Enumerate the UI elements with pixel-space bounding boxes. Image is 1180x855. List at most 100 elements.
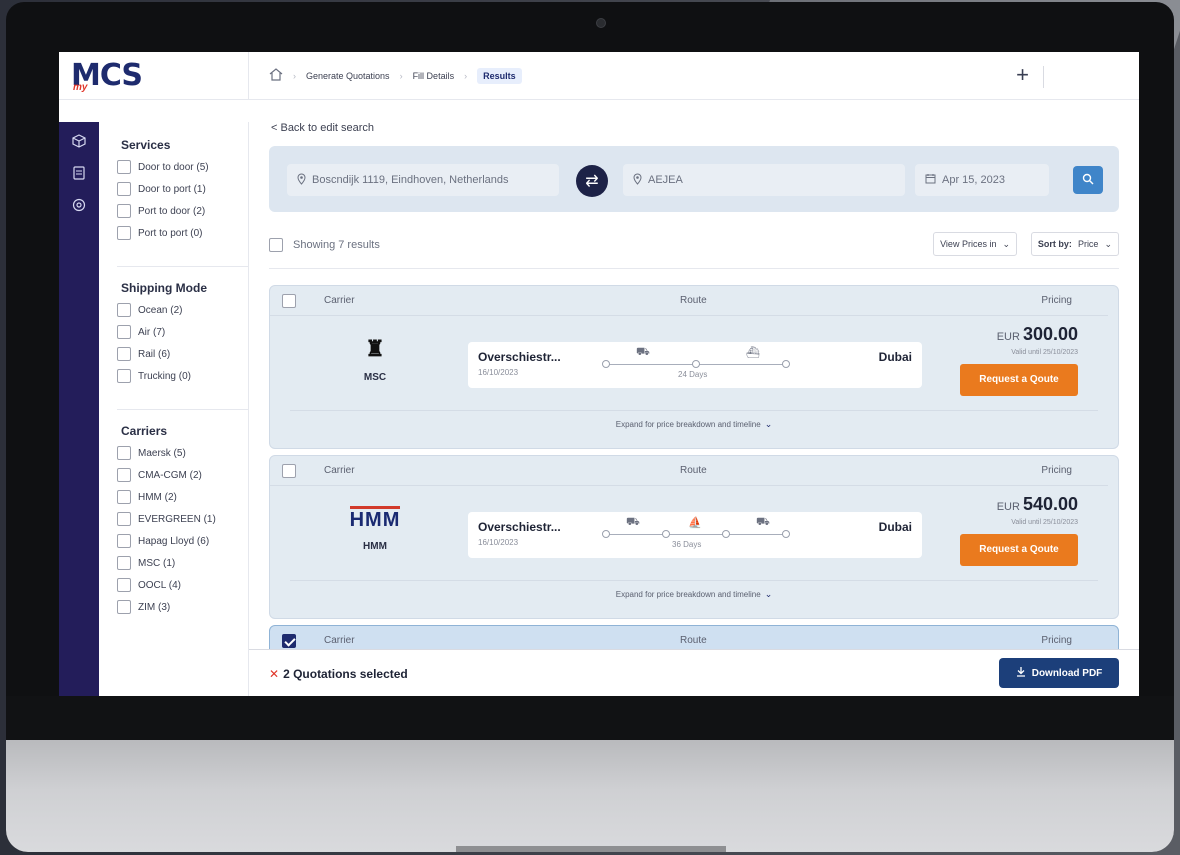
card-checkbox-checked[interactable] xyxy=(282,633,296,648)
expand-label: Expand for price breakdown and timeline xyxy=(615,590,761,599)
checkbox[interactable] xyxy=(117,490,131,504)
sort-select[interactable]: Sort by: Price ⌄ xyxy=(1030,232,1119,256)
route-stop xyxy=(782,530,790,538)
camera-icon xyxy=(596,18,606,28)
transit-days: 36 Days xyxy=(672,540,702,549)
expand-details[interactable]: Expand for price breakdown and timeline ⌄ xyxy=(290,580,1098,600)
filter-option[interactable]: Rail (6) xyxy=(117,347,248,361)
route-origin: Overschiestr... xyxy=(478,350,561,364)
breadcrumb-separator: › xyxy=(399,70,403,81)
filter-option[interactable]: HMM (2) xyxy=(117,490,248,504)
route-destination: Dubai xyxy=(878,520,912,534)
box-icon[interactable] xyxy=(68,130,90,152)
add-button[interactable]: + xyxy=(1016,64,1029,86)
breadcrumb-item[interactable]: Generate Quotations xyxy=(306,71,390,81)
filter-option[interactable]: MSC (1) xyxy=(117,556,248,570)
select-all-checkbox[interactable] xyxy=(269,238,283,252)
checkbox[interactable] xyxy=(117,182,131,196)
filter-option[interactable]: Door to port (1) xyxy=(117,182,248,196)
swap-route-button[interactable]: ⇄ xyxy=(576,165,608,197)
back-to-edit-link[interactable]: < Back to edit search xyxy=(271,122,374,134)
filter-option[interactable]: Door to door (5) xyxy=(117,160,248,174)
column-pricing: Pricing xyxy=(1041,635,1072,646)
search-bar: Boscndijk 1119, Eindhoven, Netherlands ⇄… xyxy=(269,146,1119,212)
app-logo[interactable]: MCS my xyxy=(71,58,143,93)
main-content: < Back to edit search Boscndijk 1119, Ei… xyxy=(249,100,1139,697)
filter-option[interactable]: Ocean (2) xyxy=(117,303,248,317)
location-pin-icon xyxy=(633,173,642,188)
transit-days: 24 Days xyxy=(678,370,708,379)
hmm-logo-icon: HMM xyxy=(349,506,401,530)
settings-icon[interactable] xyxy=(68,194,90,216)
destination-field[interactable]: AEJEA xyxy=(623,164,905,196)
checkbox[interactable] xyxy=(117,534,131,548)
filter-option[interactable]: Maersk (5) xyxy=(117,446,248,460)
filter-option[interactable]: CMA-CGM (2) xyxy=(117,468,248,482)
checkbox[interactable] xyxy=(117,556,131,570)
download-icon xyxy=(1016,666,1026,680)
filter-option[interactable]: Air (7) xyxy=(117,325,248,339)
filter-group-shipping-mode: Shipping Mode Ocean (2) Air (7) Rail (6)… xyxy=(117,281,248,410)
filter-option[interactable]: Port to door (2) xyxy=(117,204,248,218)
quote-card[interactable]: Carrier Route Pricing HMM HMM Overschies… xyxy=(269,455,1119,619)
home-icon[interactable] xyxy=(269,67,283,84)
filter-option[interactable]: Hapag Lloyd (6) xyxy=(117,534,248,548)
document-icon[interactable] xyxy=(68,162,90,184)
filter-option[interactable]: ZIM (3) xyxy=(117,600,248,614)
card-checkbox[interactable] xyxy=(282,293,296,308)
checkbox[interactable] xyxy=(117,226,131,240)
card-checkbox[interactable] xyxy=(282,463,296,478)
monitor-stand-shadow xyxy=(456,846,726,852)
route-stop xyxy=(662,530,670,538)
ship-icon: ⛵ xyxy=(688,517,702,529)
checkbox[interactable] xyxy=(117,325,131,339)
origin-value: Boscndijk 1119, Eindhoven, Netherlands xyxy=(312,174,509,186)
filter-option-label: ZIM (3) xyxy=(138,601,171,613)
breadcrumb-item[interactable]: Fill Details xyxy=(413,71,455,81)
checkbox[interactable] xyxy=(117,446,131,460)
view-prices-select[interactable]: View Prices in ⌄ xyxy=(933,232,1017,256)
checkbox[interactable] xyxy=(117,512,131,526)
expand-label: Expand for price breakdown and timeline xyxy=(615,420,761,429)
checkbox[interactable] xyxy=(117,303,131,317)
route-timeline: ⛟ 24 Days ⛴ xyxy=(602,346,790,379)
route-stop xyxy=(722,530,730,538)
filter-option-label: Door to port (1) xyxy=(138,183,206,195)
filter-option[interactable]: Port to port (0) xyxy=(117,226,248,240)
checkbox[interactable] xyxy=(117,600,131,614)
truck-icon: ⛟ xyxy=(626,516,640,528)
sort-label: Sort by: xyxy=(1037,239,1072,249)
route-stop xyxy=(692,360,700,368)
chevron-down-icon: ⌄ xyxy=(1104,238,1112,249)
clear-selection-icon[interactable]: ✕ xyxy=(269,667,279,681)
sort-value: Price xyxy=(1077,239,1099,249)
filter-option[interactable]: OOCL (4) xyxy=(117,578,248,592)
route-summary: Overschiestr... 16/10/2023 ⛟ 24 Days ⛴ D… xyxy=(468,342,922,388)
filter-option-label: OOCL (4) xyxy=(138,579,181,591)
checkbox[interactable] xyxy=(117,369,131,383)
request-quote-button[interactable]: Request a Qoute xyxy=(960,534,1078,566)
route-stop xyxy=(602,530,610,538)
checkbox[interactable] xyxy=(117,160,131,174)
checkbox[interactable] xyxy=(117,204,131,218)
filter-option[interactable]: EVERGREEN (1) xyxy=(117,512,248,526)
checkbox[interactable] xyxy=(117,468,131,482)
request-quote-button[interactable]: Request a Qoute xyxy=(960,364,1078,396)
selection-count: 2 Quotations selected xyxy=(283,666,408,681)
route-stop xyxy=(602,360,610,368)
search-button[interactable] xyxy=(1073,166,1103,194)
quote-card[interactable]: Carrier Route Pricing ♜ MSC Overschiestr… xyxy=(269,285,1119,449)
checkbox[interactable] xyxy=(117,347,131,361)
expand-details[interactable]: Expand for price breakdown and timeline ⌄ xyxy=(290,410,1098,430)
filter-option[interactable]: Trucking (0) xyxy=(117,369,248,383)
calendar-icon xyxy=(925,173,936,187)
date-field[interactable]: Apr 15, 2023 xyxy=(915,164,1049,196)
column-route: Route xyxy=(680,295,707,306)
download-pdf-button[interactable]: Download PDF xyxy=(999,658,1119,688)
checkbox[interactable] xyxy=(117,578,131,592)
icon-rail xyxy=(59,122,99,697)
breadcrumb-item-current[interactable]: Results xyxy=(477,67,522,84)
origin-field[interactable]: Boscndijk 1119, Eindhoven, Netherlands xyxy=(287,164,559,196)
carrier-logo: ♜ MSC xyxy=(340,336,410,383)
filter-option-label: Door to door (5) xyxy=(138,161,209,173)
